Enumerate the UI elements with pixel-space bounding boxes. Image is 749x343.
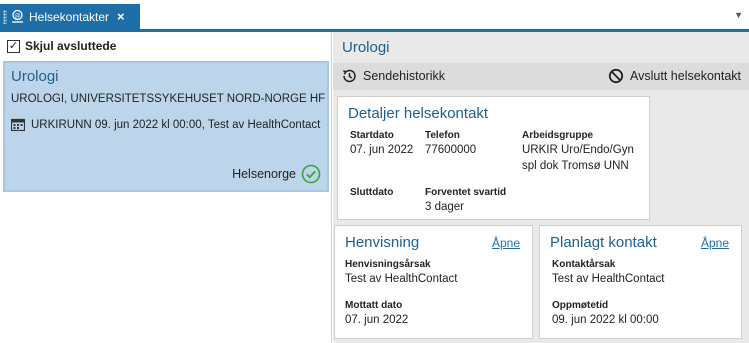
phone-label: Telefon bbox=[425, 130, 460, 141]
tab-helsekontakter[interactable]: @ Helsekontakter × bbox=[0, 4, 140, 29]
referral-reason-value: Test av HealthContact bbox=[345, 273, 458, 285]
tab-strip: @ Helsekontakter × ▼ bbox=[0, 0, 749, 32]
send-history-button[interactable]: Sendehistorikk bbox=[341, 68, 445, 84]
referral-open-link[interactable]: Åpne bbox=[492, 236, 520, 250]
calendar-icon bbox=[11, 118, 25, 131]
toolbar: Sendehistorikk Avslutt helsekontakt bbox=[333, 63, 749, 90]
svg-text:@: @ bbox=[15, 12, 21, 19]
details-card: Detaljer helsekontakt Startdato 07. jun … bbox=[337, 96, 650, 220]
contact-reason-value: Test av HealthContact bbox=[552, 273, 665, 285]
hide-ended-filter[interactable]: ✓ Skjul avsluttede bbox=[7, 39, 116, 53]
tab-label: Helsekontakter bbox=[29, 9, 110, 24]
expected-response-label: Forventet svartid bbox=[425, 187, 507, 198]
hide-ended-label: Skjul avsluttede bbox=[25, 39, 117, 53]
expected-response-value: 3 dager bbox=[425, 201, 465, 213]
check-circle-icon bbox=[301, 164, 321, 184]
end-contact-button[interactable]: Avslutt helsekontakt bbox=[608, 68, 741, 84]
block-icon bbox=[608, 68, 624, 84]
start-date-label: Startdato bbox=[350, 130, 394, 141]
end-date-label: Sluttdato bbox=[350, 187, 394, 198]
list-item-appointment: URKIRUNN 09. jun 2022 kl 00:00, Test av … bbox=[11, 118, 320, 131]
received-date-value: 07. jun 2022 bbox=[345, 314, 409, 326]
received-date-label: Mottatt dato bbox=[345, 300, 403, 311]
chevron-down-icon[interactable]: ▼ bbox=[734, 10, 743, 20]
referral-card: Henvisning Åpne Henvisningsårsak Test av… bbox=[334, 225, 533, 339]
phone-value: 77600000 bbox=[425, 144, 477, 156]
channel-label: Helsenorge bbox=[232, 167, 296, 181]
referral-title: Henvisning bbox=[345, 234, 420, 251]
details-title: Detaljer helsekontakt bbox=[348, 105, 489, 122]
attendance-time-label: Oppmøtetid bbox=[552, 300, 609, 311]
detail-pane: Urologi Sendehistorikk Avslutt helsekont… bbox=[333, 32, 749, 343]
list-item-title: Urologi bbox=[11, 68, 59, 85]
work-group-label: Arbeidsgruppe bbox=[522, 130, 594, 141]
list-item[interactable]: Urologi UROLOGI, UNIVERSITETSSYKEHUSET N… bbox=[3, 61, 329, 192]
drag-grip-icon[interactable] bbox=[3, 9, 7, 24]
work-group-value-1: URKIR Uro/Endo/Gyn bbox=[522, 144, 634, 156]
start-date-value: 07. jun 2022 bbox=[350, 144, 414, 156]
planned-open-link[interactable]: Åpne bbox=[701, 236, 729, 250]
contact-reason-label: Kontaktårsak bbox=[552, 259, 616, 270]
attendance-time-value: 09. jun 2022 kl 00:00 bbox=[552, 314, 659, 326]
end-contact-label: Avslutt helsekontakt bbox=[630, 69, 741, 83]
close-icon[interactable]: × bbox=[117, 9, 125, 24]
referral-reason-label: Henvisningsårsak bbox=[345, 259, 431, 270]
hide-ended-checkbox[interactable]: ✓ bbox=[7, 39, 20, 53]
channel-status: Helsenorge bbox=[232, 164, 321, 184]
contact-list-pane: ✓ Skjul avsluttede Urologi UROLOGI, UNIV… bbox=[0, 32, 332, 343]
planned-contact-card: Planlagt kontakt Åpne Kontaktårsak Test … bbox=[539, 225, 742, 339]
history-icon bbox=[342, 69, 356, 83]
planned-contact-title: Planlagt kontakt bbox=[550, 234, 657, 251]
health-contact-icon: @ bbox=[12, 9, 23, 23]
list-item-organization: UROLOGI, UNIVERSITETSSYKEHUSET NORD-NORG… bbox=[11, 93, 326, 105]
appointment-text: URKIRUNN 09. jun 2022 kl 00:00, Test av … bbox=[31, 118, 321, 131]
page-title: Urologi bbox=[342, 39, 390, 56]
send-history-label: Sendehistorikk bbox=[363, 69, 445, 83]
work-group-value-2: spl dok Tromsø UNN bbox=[522, 160, 629, 172]
